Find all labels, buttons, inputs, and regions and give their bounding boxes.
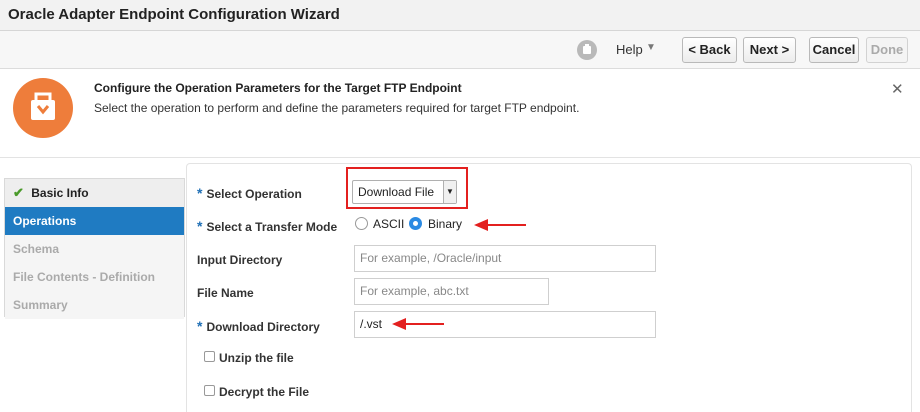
decrypt-label[interactable]: Decrypt the File <box>219 385 309 399</box>
step-file-contents-definition[interactable]: File Contents - Definition <box>5 263 184 291</box>
download-directory-label: * Download Directory <box>197 318 320 334</box>
wizard-steps-sidebar: ✔ Basic Info Operations Schema File Cont… <box>4 178 185 319</box>
decrypt-checkbox[interactable] <box>204 385 215 396</box>
step-operations[interactable]: Operations <box>5 207 184 235</box>
required-marker: * <box>197 185 203 201</box>
required-marker: * <box>197 318 203 334</box>
adapter-icon <box>13 78 73 138</box>
step-schema[interactable]: Schema <box>5 235 184 263</box>
dropdown-caret-icon[interactable]: ▼ <box>443 181 456 203</box>
back-button[interactable]: < Back <box>682 37 737 63</box>
step-basic-info[interactable]: ✔ Basic Info <box>5 179 184 207</box>
step-summary[interactable]: Summary <box>5 291 184 319</box>
radio-binary-label[interactable]: Binary <box>428 217 462 231</box>
file-name-label: File Name <box>197 286 254 300</box>
annotation-arrow-icon <box>392 318 444 330</box>
unzip-checkbox[interactable] <box>204 351 215 362</box>
select-operation-label: * Select Operation <box>197 185 302 201</box>
input-directory-label: Input Directory <box>197 253 283 267</box>
cancel-button[interactable]: Cancel <box>809 37 859 63</box>
operation-select-value: Download File <box>358 185 435 199</box>
annotation-arrow-icon <box>474 219 526 231</box>
done-button[interactable]: Done <box>866 37 908 63</box>
required-marker: * <box>197 218 203 234</box>
help-menu[interactable]: Help <box>616 42 643 57</box>
step-label: Basic Info <box>31 186 89 200</box>
chevron-down-icon[interactable]: ▼ <box>646 42 656 53</box>
header-description: Select the operation to perform and defi… <box>94 101 580 115</box>
input-directory-field[interactable]: For example, /Oracle/input <box>354 245 656 272</box>
next-button[interactable]: Next > <box>743 37 796 63</box>
checkmark-icon: ✔ <box>13 185 24 200</box>
file-name-field[interactable]: For example, abc.txt <box>354 278 549 305</box>
unzip-label[interactable]: Unzip the file <box>219 351 294 365</box>
operation-select[interactable]: Download File ▼ <box>352 180 457 204</box>
wizard-toolbar: Help ▼ < Back Next > Cancel Done <box>0 31 920 69</box>
radio-ascii[interactable] <box>355 217 368 230</box>
radio-binary[interactable] <box>409 217 422 230</box>
radio-ascii-label[interactable]: ASCII <box>373 217 404 231</box>
header-title: Configure the Operation Parameters for t… <box>94 81 462 95</box>
wizard-header: Configure the Operation Parameters for t… <box>0 70 920 158</box>
info-icon[interactable] <box>577 40 597 60</box>
window-titlebar: Oracle Adapter Endpoint Configuration Wi… <box>0 0 920 31</box>
window-title: Oracle Adapter Endpoint Configuration Wi… <box>8 6 340 23</box>
transfer-mode-label: * Select a Transfer Mode <box>197 218 338 234</box>
close-icon[interactable]: ✕ <box>891 80 904 98</box>
